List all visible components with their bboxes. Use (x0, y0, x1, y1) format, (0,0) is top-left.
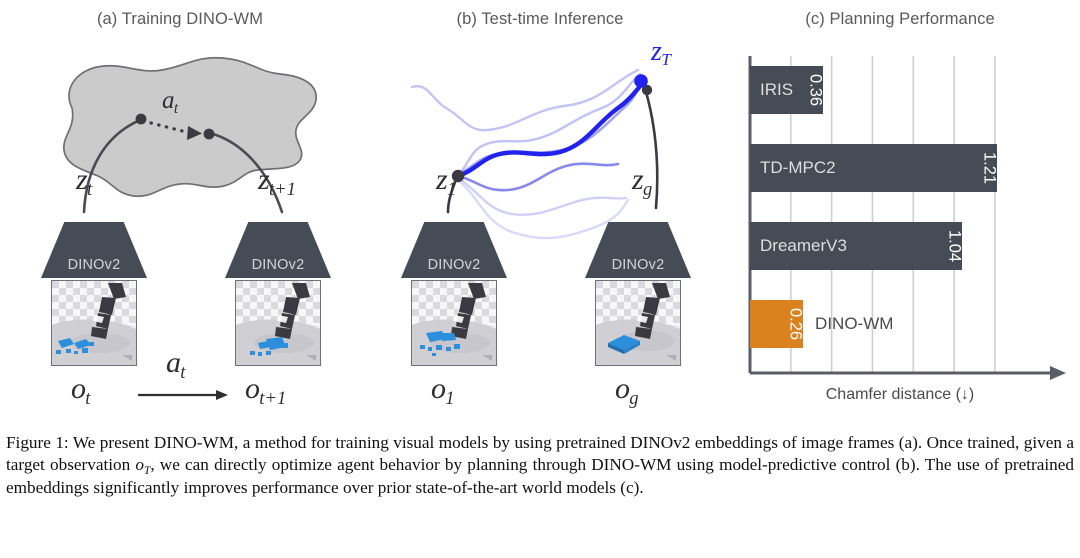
observation-label-ot1: ot+1 (245, 372, 287, 409)
state-dot-t (135, 113, 147, 125)
encoder-group-og: DINOv2 og (585, 222, 691, 407)
observation-label-og: og (615, 372, 639, 409)
observation-label-o1: o1 (431, 372, 455, 409)
bar-chart-axes (748, 56, 1066, 380)
x-axis-arrowhead (1050, 366, 1066, 380)
goal-latent-label-zg: zg (632, 163, 653, 200)
candidate-trajectory (456, 162, 620, 192)
encoder-group-ot1: DINOv2 ot+1 (225, 222, 331, 407)
observation-thumbnail-og (595, 280, 681, 366)
observation-label-ot: ot (71, 372, 91, 409)
dinov2-label: DINOv2 (611, 257, 665, 273)
observation-thumbnail-ot (51, 280, 137, 366)
bar-category-label: TD-MPC2 (760, 158, 836, 177)
caption-inline-math-oT: oT (135, 455, 151, 477)
transition-arrowhead (216, 390, 228, 400)
dinov2-label: DINOv2 (251, 257, 305, 273)
dinov2-encoder-block: DINOv2 (401, 222, 507, 278)
latent-label-zt1: zt+1 (258, 163, 296, 200)
action-label-at: at (162, 87, 179, 117)
bar-value-label: 1.04 (945, 229, 964, 263)
bar-category-label: DINO-WM (815, 314, 894, 333)
caption-text-part2: , we can directly optimize agent behavio… (6, 455, 1074, 497)
bar-category-label: DreamerV3 (760, 236, 847, 255)
figure-1: (a) Training DINO-WM zt zt+1 at at DINOv… (0, 0, 1080, 558)
bar-value-label: 0.36 (807, 73, 826, 107)
observation-thumbnail-o1 (411, 280, 497, 366)
predicted-state-dot (634, 74, 648, 88)
caption-label: Figure 1: (6, 433, 69, 452)
transition-action-label-at: at (166, 346, 186, 383)
dinov2-label: DINOv2 (427, 257, 481, 273)
panel-a-training: (a) Training DINO-WM zt zt+1 at at DINOv… (0, 0, 360, 425)
encoder-group-ot: DINOv2 ot (41, 222, 147, 407)
encoder-group-o1: DINOv2 o1 (401, 222, 507, 407)
bar-category-label: IRIS (760, 80, 794, 99)
x-axis-label: Chamfer distance (↓) (825, 386, 975, 403)
figure-caption: Figure 1: We present DINO-WM, a method f… (6, 432, 1074, 499)
bar-value-label: 1.21 (980, 151, 999, 185)
dinov2-label: DINOv2 (67, 257, 121, 273)
dinov2-encoder-block: DINOv2 (41, 222, 147, 278)
bar-value-label: 0.26 (786, 307, 805, 341)
dinov2-encoder-block: DINOv2 (225, 222, 331, 278)
dinov2-encoder-block: DINOv2 (585, 222, 691, 278)
start-latent-label-z1: z1 (436, 163, 457, 200)
state-dot-t1 (203, 128, 215, 140)
latent-label-zt: zt (76, 163, 93, 200)
predicted-latent-label-zT: zT (651, 36, 671, 70)
panel-c-planning-performance: (c) Planning Performance IRIS 0.36 TD-MPC2… (720, 0, 1080, 425)
panel-b-inference: (b) Test-time Inference zT z1 zg DINOv2 … (360, 0, 720, 425)
observation-thumbnail-ot1 (235, 280, 321, 366)
